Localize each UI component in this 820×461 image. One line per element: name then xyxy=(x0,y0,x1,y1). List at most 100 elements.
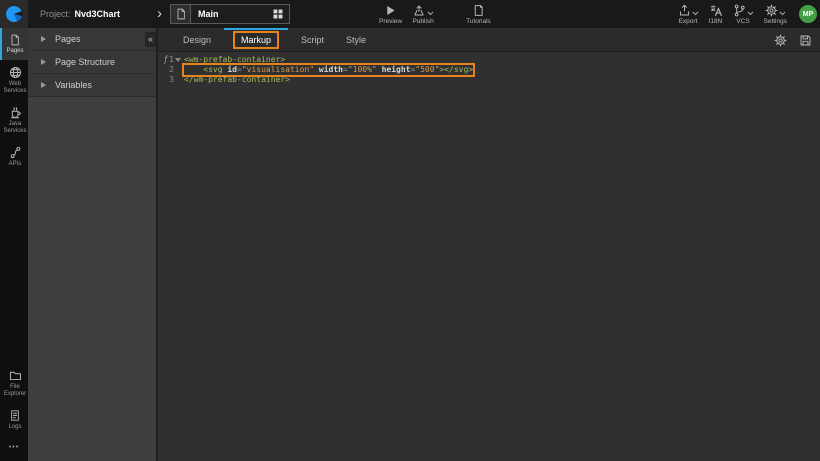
vcs-icon xyxy=(733,4,746,17)
fold-marker-icon[interactable] xyxy=(174,58,182,62)
collapsed-arrow-icon xyxy=(41,59,46,65)
tutorials-button[interactable]: Tutorials xyxy=(461,0,496,28)
chevron-down-icon xyxy=(747,11,754,16)
grid-icon[interactable] xyxy=(267,8,289,20)
i18n-button[interactable]: I18N xyxy=(704,0,728,28)
sidebar-item-label: Pages xyxy=(6,48,23,55)
sidebar-top-items: Pages Web Services Java Services APIs xyxy=(0,28,28,173)
sidebar-item-label: APIs xyxy=(9,161,22,168)
publish-button[interactable]: Publish xyxy=(407,0,439,28)
breadcrumb-chevron-icon: › xyxy=(157,2,162,26)
gutter: f1 xyxy=(158,55,182,65)
wavemaker-logo-icon xyxy=(5,5,23,23)
panel-collapse-button[interactable]: « xyxy=(145,32,156,47)
gutter-marker: f xyxy=(164,55,167,65)
vcs-button[interactable]: VCS xyxy=(728,0,759,28)
panel-section-label: Pages xyxy=(55,34,81,44)
code-line-1[interactable]: f1<wm-prefab-container> xyxy=(158,55,820,65)
project-label: Project: xyxy=(40,9,71,19)
panel-section-label: Page Structure xyxy=(55,57,115,67)
page-icon xyxy=(171,5,191,23)
editor-tabs: Design Markup Script Style xyxy=(172,28,377,51)
code-line-2[interactable]: 2 <svg id="visualisation" width="100%" h… xyxy=(158,65,820,75)
globe-icon xyxy=(9,66,22,79)
page-tab-main[interactable]: Main xyxy=(170,4,290,24)
sidebar-item-apis[interactable]: APIs xyxy=(0,140,28,173)
action-label: Tutorials xyxy=(466,18,491,25)
code-line-3[interactable]: 3 </wm-prefab-container> xyxy=(158,75,820,85)
panel-section-label: Variables xyxy=(55,80,92,90)
editor-area: Design Markup Script Style f1<wm-prefab-con… xyxy=(158,28,820,461)
play-icon xyxy=(384,4,397,17)
page-icon xyxy=(9,34,21,46)
project-name: Nvd3Chart xyxy=(75,9,121,19)
panel-section-pages[interactable]: Pages xyxy=(28,28,156,51)
sidebar-item-pages[interactable]: Pages xyxy=(0,28,28,60)
tab-label: Markup xyxy=(233,31,279,49)
code-text[interactable]: </wm-prefab-container> xyxy=(184,75,290,85)
gutter: 3 xyxy=(158,75,182,85)
icon-sidebar: Pages Web Services Java Services APIs File … xyxy=(0,28,28,461)
sidebar-item-java-services[interactable]: Java Services xyxy=(0,100,28,140)
tab-label: Style xyxy=(346,35,366,45)
java-cup-icon xyxy=(9,106,22,119)
editor-tab-actions xyxy=(774,28,812,52)
topbar-right-actions: Export I18N VCS Settings xyxy=(673,0,793,28)
sidebar-item-label: File Explorer xyxy=(2,384,28,398)
publish-icon xyxy=(412,4,426,17)
sidebar-item-web-services[interactable]: Web Services xyxy=(0,60,28,100)
action-label: I18N xyxy=(709,18,723,25)
collapsed-arrow-icon xyxy=(41,36,46,42)
sidebar-bottom-items: File Explorer Logs xyxy=(0,363,28,436)
tab-style[interactable]: Style xyxy=(335,28,377,51)
chevron-down-icon xyxy=(779,11,786,16)
collapsed-arrow-icon xyxy=(41,82,46,88)
wavemaker-logo[interactable] xyxy=(0,0,28,28)
wavemaker-studio-window: Project: Nvd3Chart › Main Preview Publish… xyxy=(0,0,820,461)
preview-button[interactable]: Preview xyxy=(374,0,407,28)
line-number: 2 xyxy=(169,65,174,75)
tab-script[interactable]: Script xyxy=(290,28,335,51)
chevron-down-icon xyxy=(692,11,699,16)
settings-gear-icon xyxy=(765,4,778,17)
line-number: 3 xyxy=(169,75,174,85)
tab-label: Design xyxy=(183,35,211,45)
chevron-down-icon xyxy=(427,11,434,16)
api-icon xyxy=(9,146,22,159)
editor-tab-bar: Design Markup Script Style xyxy=(158,28,820,52)
action-label: Preview xyxy=(379,18,402,25)
save-icon[interactable] xyxy=(799,34,812,47)
sidebar-item-label: Java Services xyxy=(2,121,28,135)
sidebar-spacer xyxy=(0,173,28,363)
left-panel: Pages Page Structure Variables « xyxy=(28,28,158,461)
settings-button[interactable]: Settings xyxy=(759,0,793,28)
page-tab-label: Main xyxy=(191,9,267,19)
action-label: VCS xyxy=(736,18,749,25)
code-text[interactable]: <wm-prefab-container> xyxy=(184,55,285,65)
sidebar-item-label: Web Services xyxy=(2,81,28,95)
sidebar-item-label: Logs xyxy=(8,424,21,431)
tab-markup[interactable]: Markup xyxy=(222,28,290,51)
highlighted-code-text[interactable]: <svg id="visualisation" width="100%" hei… xyxy=(184,65,473,75)
user-avatar[interactable]: MP xyxy=(799,5,817,23)
top-bar: Project: Nvd3Chart › Main Preview Publish… xyxy=(0,0,820,28)
tab-label: Script xyxy=(301,35,324,45)
panel-sections: Pages Page Structure Variables xyxy=(28,28,156,97)
action-label: Publish xyxy=(412,18,433,25)
sidebar-more-button[interactable]: ••• xyxy=(0,436,28,461)
tutorials-icon xyxy=(472,4,485,17)
i18n-icon xyxy=(709,4,723,17)
export-button[interactable]: Export xyxy=(673,0,704,28)
export-icon xyxy=(678,4,691,17)
panel-section-page-structure[interactable]: Page Structure xyxy=(28,51,156,74)
tab-design[interactable]: Design xyxy=(172,28,222,51)
topbar-actions: Preview Publish Tutorials xyxy=(374,0,496,28)
action-label: Settings xyxy=(764,18,788,25)
project-title: Project: Nvd3Chart xyxy=(40,0,120,28)
sidebar-item-logs[interactable]: Logs xyxy=(0,403,28,436)
markup-options-gear-icon[interactable] xyxy=(774,34,787,47)
sidebar-item-file-explorer[interactable]: File Explorer xyxy=(0,363,28,403)
gutter: 2 xyxy=(158,65,182,75)
panel-section-variables[interactable]: Variables xyxy=(28,74,156,97)
markup-code-editor[interactable]: f1<wm-prefab-container>2 <svg id="visual… xyxy=(158,52,820,85)
